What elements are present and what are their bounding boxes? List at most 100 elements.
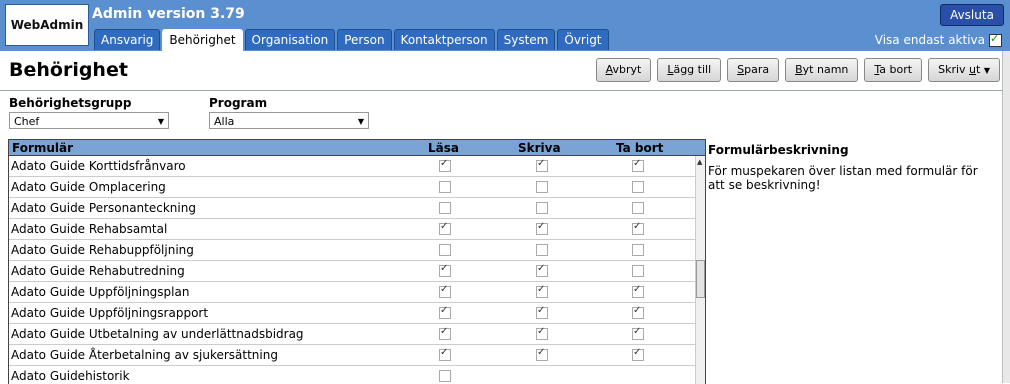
read-checkbox[interactable] [439,284,451,298]
write-checkbox[interactable] [536,347,548,361]
program-select[interactable]: Alla ▼ [209,112,369,129]
form-name: Adato Guide Uppföljningsrapport [11,306,209,320]
save-button[interactable]: Spara [727,58,780,82]
delete-checkbox[interactable] [632,158,644,172]
page-scrollbar[interactable] [1002,51,1010,383]
grid-scrollbar[interactable]: ▲ [695,156,705,384]
form-name: Adato Guide Rehabuppföljning [11,243,194,257]
table-row[interactable]: Adato Guide Rehabsamtal [9,219,705,240]
write-checkbox[interactable] [536,244,548,256]
write-checkbox[interactable] [536,202,548,214]
table-row[interactable]: Adato Guide Rehabuppföljning [9,240,705,261]
form-name: Adato Guidehistorik [11,369,130,383]
description-text: För muspekaren över listan med formulär … [708,164,978,192]
table-row[interactable]: Adato Guide Korttidsfrånvaro [9,156,705,177]
print-button-label-pre: Skriv [938,63,970,76]
delete-button-label: a bort [879,63,913,76]
write-checkbox[interactable] [536,181,548,193]
write-checkbox[interactable] [536,158,548,172]
save-button-label: para [744,63,770,76]
print-button-label: t [976,63,981,76]
add-button-label: ägg till [673,63,712,76]
app-version: Admin version 3.79 [92,6,245,22]
read-checkbox[interactable] [439,263,451,277]
only-active-checkbox[interactable] [989,32,1002,47]
table-row[interactable]: Adato Guide Omplacering [9,177,705,198]
read-checkbox[interactable] [439,347,451,361]
tab-behorighet[interactable]: Behörighet [162,29,243,52]
delete-checkbox[interactable] [632,326,644,340]
write-checkbox[interactable] [536,326,548,340]
program-select-value: Alla [214,115,235,128]
only-active-label: Visa endast aktiva [874,33,985,47]
form-name: Adato Guide Rehabsamtal [11,222,168,236]
read-checkbox[interactable] [439,181,451,193]
tab-person[interactable]: Person [337,29,392,50]
program-label: Program [209,96,268,110]
grid-header: Formulär Läsa Skriva Ta bort [9,140,705,156]
dropdown-arrow-icon: ▼ [357,117,364,126]
delete-checkbox[interactable] [632,202,644,214]
delete-checkbox[interactable] [632,284,644,298]
delete-checkbox[interactable] [632,244,644,256]
col-header-read[interactable]: Läsa [428,141,459,155]
grid-body: Adato Guide Korttidsfrånvaro Adato Guide … [9,156,705,384]
table-row[interactable]: Adato Guide Personanteckning [9,198,705,219]
app-header: WebAdmin Admin version 3.79 Ansvarig Beh… [0,0,1010,52]
tab-kontaktperson[interactable]: Kontaktperson [393,29,495,50]
tab-ovrigt[interactable]: Övrigt [557,29,609,50]
read-checkbox[interactable] [439,158,451,172]
table-row[interactable]: Adato Guide Utbetalning av underlättnads… [9,324,705,345]
only-active-toggle: Visa endast aktiva [874,32,1002,47]
write-checkbox[interactable] [536,221,548,235]
delete-checkbox[interactable] [632,221,644,235]
table-row[interactable]: Adato Guide Uppföljningsplan [9,282,705,303]
tab-ansvarig[interactable]: Ansvarig [94,29,161,50]
form-name: Adato Guide Rehabutredning [11,264,185,278]
read-checkbox[interactable] [439,244,451,256]
page-title: Behörighet [9,59,128,81]
table-row[interactable]: Adato Guidehistorik [9,366,705,384]
write-checkbox[interactable] [536,284,548,298]
read-checkbox[interactable] [439,326,451,340]
form-name: Adato Guide Personanteckning [11,201,196,215]
read-checkbox[interactable] [439,202,451,214]
delete-checkbox[interactable] [632,181,644,193]
delete-checkbox[interactable] [632,305,644,319]
form-name: Adato Guide Återbetalning av sjukersättn… [11,348,278,362]
read-checkbox[interactable] [439,370,451,382]
main-tabs: Ansvarig Behörighet Organisation Person … [94,29,609,52]
exit-button[interactable]: Avsluta [940,4,1004,26]
rename-button[interactable]: Byt namn [785,58,859,82]
print-button[interactable]: Skriv ut ▼ [928,58,1000,82]
write-checkbox[interactable] [536,305,548,319]
page-titlebar: Behörighet Avbryt Lägg till Spara Byt na… [0,51,1002,91]
table-row[interactable]: Adato Guide Rehabutredning [9,261,705,282]
group-select-value: Chef [14,115,40,128]
tab-organisation[interactable]: Organisation [244,29,336,50]
col-header-form[interactable]: Formulär [12,141,73,155]
cancel-button[interactable]: Avbryt [595,58,652,82]
rename-button-label: yt namn [802,63,849,76]
write-checkbox[interactable] [536,263,548,277]
table-row[interactable]: Adato Guide Återbetalning av sjukersättn… [9,345,705,366]
chevron-down-icon: ▼ [983,66,990,75]
toolbar: Avbryt Lägg till Spara Byt namn Ta bort … [595,58,1000,82]
group-select[interactable]: Chef ▼ [9,112,169,129]
read-checkbox[interactable] [439,305,451,319]
cancel-button-label: vbryt [612,63,642,76]
read-checkbox[interactable] [439,221,451,235]
tab-system[interactable]: System [496,29,556,50]
form-name: Adato Guide Omplacering [11,180,166,194]
table-row[interactable]: Adato Guide Uppföljningsrapport [9,303,705,324]
scroll-up-icon[interactable]: ▲ [697,158,702,166]
delete-button[interactable]: Ta bort [864,58,923,82]
form-name: Adato Guide Uppföljningsplan [11,285,190,299]
col-header-write[interactable]: Skriva [518,141,561,155]
scroll-thumb[interactable] [696,260,705,298]
add-button[interactable]: Lägg till [657,58,722,82]
delete-checkbox[interactable] [632,347,644,361]
group-label: Behörighetsgrupp [9,96,132,110]
delete-checkbox[interactable] [632,265,644,277]
col-header-delete[interactable]: Ta bort [616,141,663,155]
